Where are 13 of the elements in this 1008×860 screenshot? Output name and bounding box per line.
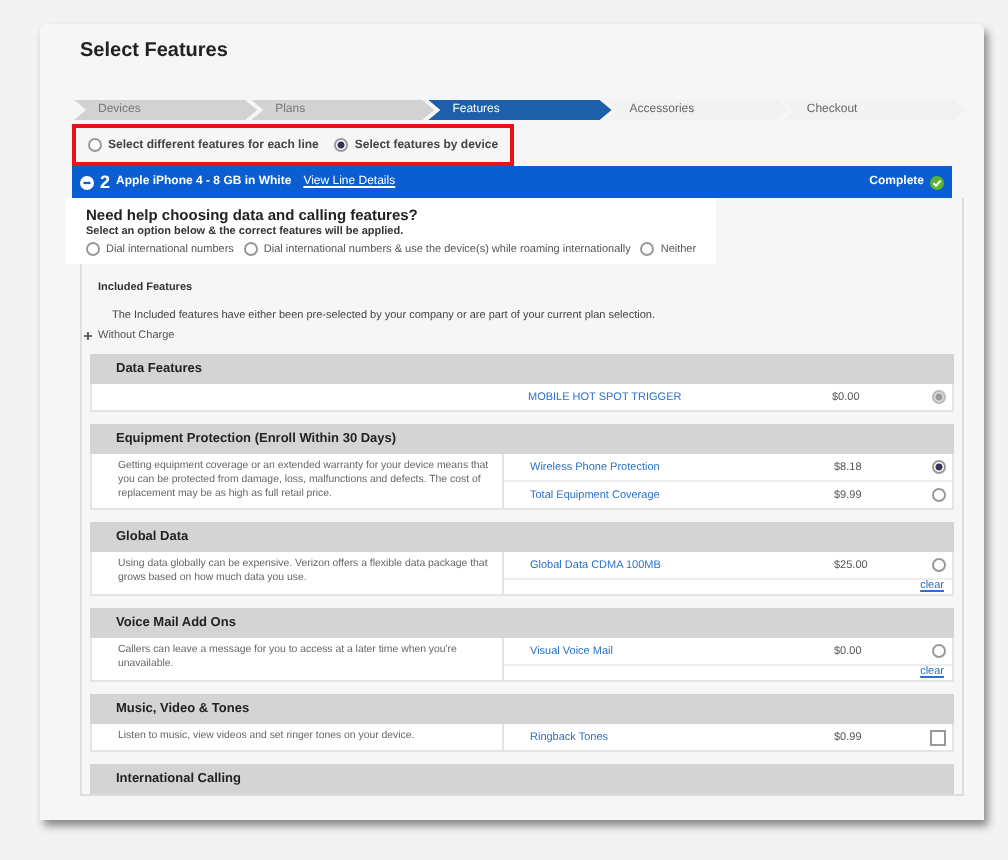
page-title: Select Features xyxy=(80,40,230,62)
line-number: 2 xyxy=(100,172,111,192)
collapse-icon xyxy=(80,175,94,189)
radio-button[interactable] xyxy=(932,558,946,573)
radio-button[interactable] xyxy=(932,488,946,502)
radio-button[interactable] xyxy=(88,138,102,152)
radio-button[interactable] xyxy=(932,644,946,659)
radio-button[interactable] xyxy=(932,460,946,474)
radio-button[interactable] xyxy=(86,242,100,256)
radio-button[interactable] xyxy=(334,138,349,152)
checkbox[interactable] xyxy=(930,729,946,746)
radio-button[interactable] xyxy=(243,242,258,256)
radio-button[interactable] xyxy=(640,242,655,256)
